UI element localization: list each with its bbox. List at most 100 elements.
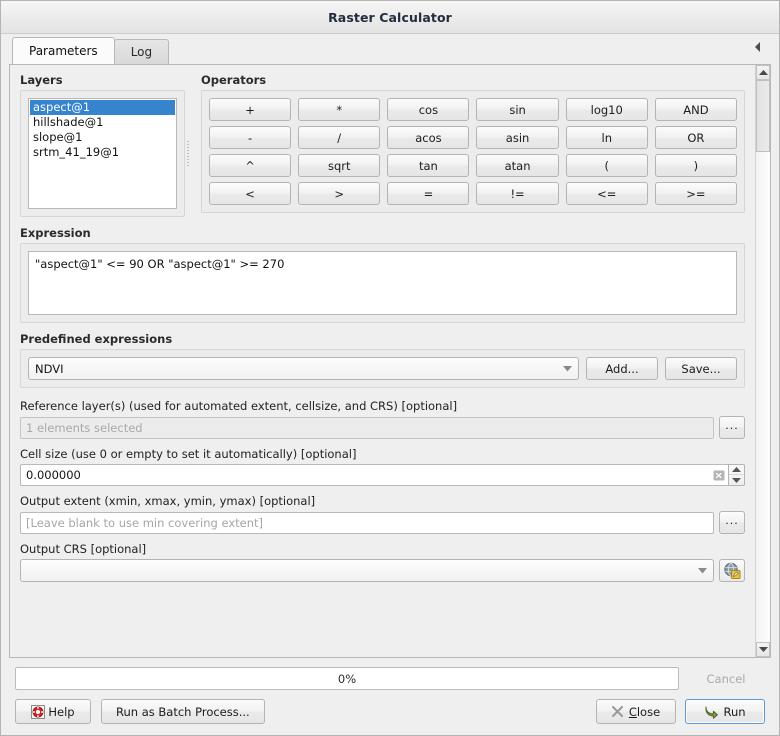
output-extent-placeholder: [Leave blank to use min covering extent]	[26, 516, 263, 530]
operator-button-atan[interactable]: atan	[476, 154, 558, 177]
select-crs-button[interactable]	[719, 559, 745, 582]
output-extent-section: Output extent (xmin, xmax, ymin, ymax) […	[20, 494, 745, 534]
expression-input[interactable]: "aspect@1" <= 90 OR "aspect@1" >= 270	[28, 251, 737, 315]
list-item[interactable]: slope@1	[30, 130, 175, 145]
cell-size-stepper[interactable]	[728, 464, 745, 486]
cancel-button: Cancel	[687, 667, 765, 690]
operator-button-log10[interactable]: log10	[566, 98, 648, 121]
panel-scrollbar[interactable]	[755, 65, 770, 657]
list-item[interactable]: aspect@1	[30, 100, 175, 115]
operator-button-acos[interactable]: acos	[387, 126, 469, 149]
predefined-expressions-section: Predefined expressions NDVI Add... Save.…	[20, 332, 745, 388]
operator-button-open-paren[interactable]: (	[566, 154, 648, 177]
output-crs-section: Output CRS [optional]	[20, 542, 745, 582]
operator-button-multiply[interactable]: *	[298, 98, 380, 121]
operators-grid: + * cos sin log10 AND - / acos asin ln O…	[209, 98, 737, 205]
output-extent-label: Output extent (xmin, xmax, ymin, ymax) […	[20, 494, 745, 508]
operator-button-not-equals[interactable]: !=	[476, 182, 558, 205]
reference-layers-row: 1 elements selected ...	[20, 416, 745, 439]
operator-button-sqrt[interactable]: sqrt	[298, 154, 380, 177]
cell-size-spinner: 0.000000	[20, 464, 745, 486]
layers-groupbox: aspect@1 hillshade@1 slope@1 srtm_41_19@…	[20, 90, 185, 217]
layers-list[interactable]: aspect@1 hillshade@1 slope@1 srtm_41_19@…	[28, 98, 177, 209]
close-mnemonic: C	[629, 705, 637, 719]
chevron-down-icon	[563, 364, 572, 373]
output-extent-input[interactable]: [Leave blank to use min covering extent]	[20, 512, 714, 534]
tab-bar: Parameters Log	[1, 34, 779, 64]
stepper-up-icon[interactable]	[729, 465, 744, 475]
scroll-up-button[interactable]	[756, 65, 770, 80]
operator-button-power[interactable]: ^	[209, 154, 291, 177]
chevron-down-icon	[698, 566, 707, 575]
stepper-down-icon[interactable]	[729, 475, 744, 485]
tab-parameters[interactable]: Parameters	[12, 37, 115, 64]
cell-size-input[interactable]: 0.000000	[20, 464, 709, 486]
operator-button-and[interactable]: AND	[655, 98, 737, 121]
operator-button-less-equals[interactable]: <=	[566, 182, 648, 205]
scroll-down-button[interactable]	[756, 642, 770, 657]
operator-button-plus[interactable]: +	[209, 98, 291, 121]
output-crs-label: Output CRS [optional]	[20, 542, 745, 556]
parameters-panel: Layers aspect@1 hillshade@1 slope@1 srtm…	[9, 64, 771, 658]
layers-group-label: Layers	[20, 73, 185, 87]
parameters-scroll-content: Layers aspect@1 hillshade@1 slope@1 srtm…	[10, 65, 755, 657]
operator-button-or[interactable]: OR	[655, 126, 737, 149]
lifebuoy-icon	[31, 705, 45, 719]
close-button[interactable]: Close	[596, 699, 676, 724]
scrollbar-track[interactable]	[756, 80, 770, 642]
layers-operators-splitter[interactable]	[185, 91, 191, 217]
raster-calculator-dialog: Raster Calculator Parameters Log Layers …	[0, 0, 780, 736]
close-rest: lose	[637, 705, 660, 719]
list-item[interactable]: hillshade@1	[30, 115, 175, 130]
output-extent-browse-button[interactable]: ...	[719, 511, 745, 534]
list-item[interactable]: srtm_41_19@1	[30, 145, 175, 160]
operator-button-less-than[interactable]: <	[209, 182, 291, 205]
run-button-label: Run	[723, 705, 745, 719]
operator-button-greater-than[interactable]: >	[298, 182, 380, 205]
operator-button-asin[interactable]: asin	[476, 126, 558, 149]
tab-log[interactable]: Log	[114, 39, 169, 64]
operator-button-equals[interactable]: =	[387, 182, 469, 205]
cell-size-row: 0.000000	[20, 464, 745, 486]
predefined-expression-select[interactable]: NDVI	[28, 357, 579, 380]
operators-group-label: Operators	[201, 73, 745, 87]
clear-icon[interactable]	[709, 464, 728, 486]
operators-section: Operators + * cos sin log10 AND - / acos	[201, 73, 745, 213]
expression-groupbox: "aspect@1" <= 90 OR "aspect@1" >= 270	[20, 243, 745, 323]
operator-button-cos[interactable]: cos	[387, 98, 469, 121]
run-button[interactable]: Run	[685, 699, 765, 724]
globe-icon	[723, 562, 741, 579]
dialog-button-row: Help Run as Batch Process... Close Run	[15, 699, 765, 724]
save-expression-button[interactable]: Save...	[665, 357, 737, 380]
collapse-panel-icon[interactable]	[753, 41, 763, 53]
operator-button-minus[interactable]: -	[209, 126, 291, 149]
operators-groupbox: + * cos sin log10 AND - / acos asin ln O…	[201, 90, 745, 213]
tab-parameters-label: Parameters	[29, 44, 98, 58]
progress-text: 0%	[338, 672, 356, 686]
help-button[interactable]: Help	[15, 699, 91, 724]
operator-button-close-paren[interactable]: )	[655, 154, 737, 177]
operator-button-greater-equals[interactable]: >=	[655, 182, 737, 205]
cell-size-label: Cell size (use 0 or empty to set it auto…	[20, 447, 745, 461]
reference-layers-label: Reference layer(s) (used for automated e…	[20, 399, 745, 413]
close-icon	[612, 706, 623, 717]
operator-button-ln[interactable]: ln	[566, 126, 648, 149]
expression-group-label: Expression	[20, 226, 745, 240]
dialog-title: Raster Calculator	[328, 10, 452, 25]
operator-button-sin[interactable]: sin	[476, 98, 558, 121]
operator-button-tan[interactable]: tan	[387, 154, 469, 177]
operator-button-divide[interactable]: /	[298, 126, 380, 149]
run-as-batch-button[interactable]: Run as Batch Process...	[101, 699, 265, 724]
scrollbar-thumb[interactable]	[756, 80, 770, 152]
tab-log-label: Log	[131, 45, 152, 59]
progress-bar: 0%	[15, 667, 679, 690]
predefined-expression-value: NDVI	[35, 362, 563, 376]
dialog-footer: 0% Cancel Help Run as Batch Process...	[1, 658, 779, 735]
progress-row: 0% Cancel	[15, 667, 765, 690]
output-crs-select[interactable]	[20, 559, 714, 582]
add-expression-button[interactable]: Add...	[586, 357, 658, 380]
reference-layers-input[interactable]: 1 elements selected	[20, 417, 714, 439]
layers-section: Layers aspect@1 hillshade@1 slope@1 srtm…	[20, 73, 185, 217]
reference-layers-browse-button[interactable]: ...	[719, 416, 745, 439]
layers-operators-row: Layers aspect@1 hillshade@1 slope@1 srtm…	[20, 73, 745, 217]
